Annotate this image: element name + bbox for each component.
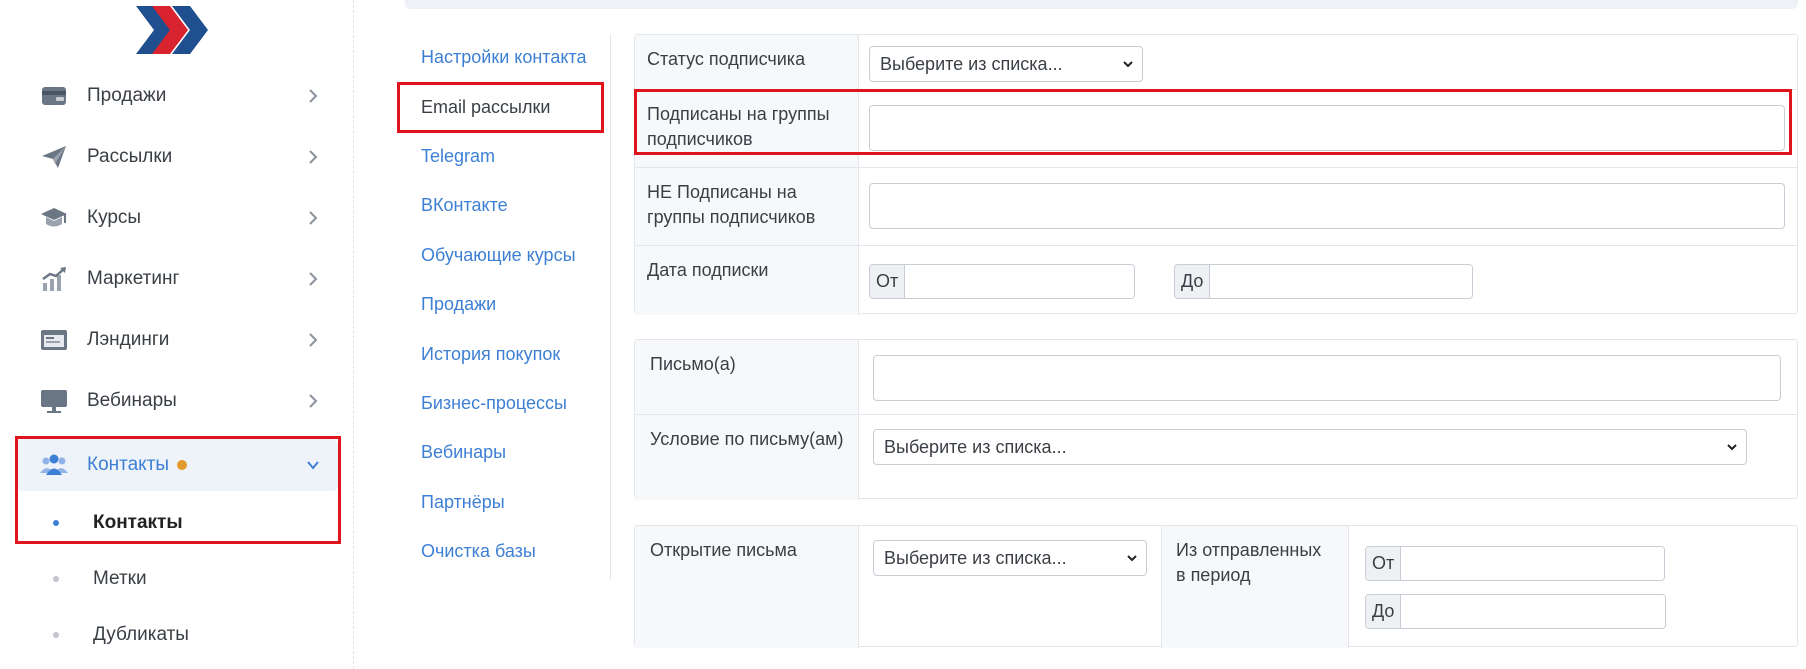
status-row: Статус подписчика Выберите из списка... [635, 35, 1797, 89]
growth-chart-icon [42, 267, 66, 291]
chevron-right-icon [309, 394, 318, 408]
sidebar-item-label: Курсы [87, 207, 142, 228]
opening-filter-panel: Открытие письма Выберите из списка... Из… [634, 525, 1798, 648]
sidebar-item-label: Маркетинг [87, 268, 180, 289]
sidebar-item-mailings[interactable]: Рассылки [16, 131, 338, 183]
sent-period-label: Из отправленных в период [1161, 526, 1349, 648]
tab-sales[interactable]: Продажи [421, 294, 496, 315]
subscription-date-from: От [869, 264, 1135, 299]
sidebar-item-marketing[interactable]: Маркетинг [16, 253, 338, 305]
bullet-icon [53, 576, 59, 582]
sidebar-item-label: Продажи [87, 85, 167, 106]
sidebar-item-webinars[interactable]: Вебинары [16, 375, 338, 427]
letter-opening-row: Открытие письма Выберите из списка... Из… [635, 526, 1797, 648]
not-subscribed-groups-label: НЕ Подписаны на группы подписчиков [635, 168, 859, 245]
sidebar-item-landings[interactable]: Лэндинги [16, 314, 338, 366]
sidebar-subitem-duplicates[interactable]: Дубликаты [16, 615, 338, 655]
sidebar-subitem-tags[interactable]: Метки [16, 559, 338, 599]
subscription-date-row: Дата подписки От До [635, 245, 1797, 315]
letters-filter-panel: Письмо(а) Условие по письму(ам) Выберите… [634, 339, 1798, 500]
letters-label: Письмо(а) [635, 340, 859, 414]
tab-contact-settings[interactable]: Настройки контакта [421, 47, 586, 68]
letter-opening-select[interactable]: Выберите из списка... [873, 540, 1147, 576]
letters-row: Письмо(а) [635, 340, 1797, 414]
chevron-right-icon [309, 211, 318, 225]
sidebar-item-label: Вебинары [87, 390, 177, 411]
to-prefix: До [1175, 265, 1211, 298]
status-label: Статус подписчика [635, 35, 859, 89]
landing-page-icon [41, 330, 67, 350]
not-subscribed-groups-row: НЕ Подписаны на группы подписчиков [635, 167, 1797, 245]
tab-email-mailings[interactable]: Email рассылки [421, 97, 550, 118]
sidebar-item-label: Лэндинги [87, 329, 170, 350]
tab-vkontakte[interactable]: ВКонтакте [421, 195, 508, 216]
sidebar-item-courses[interactable]: Курсы [16, 192, 338, 244]
sidebar-subitem-contacts[interactable]: Контакты [16, 503, 338, 543]
sidebar-subitem-label: Дубликаты [93, 624, 189, 645]
paper-plane-icon [42, 146, 66, 168]
wallet-icon [42, 87, 66, 105]
not-subscribed-groups-input[interactable] [869, 183, 1785, 229]
subscription-filter-panel: Статус подписчика Выберите из списка... … [634, 34, 1798, 315]
subscribed-groups-row: Подписаны на группы подписчиков [635, 89, 1797, 167]
sidebar-item-label: Контакты [87, 454, 188, 476]
subscription-date-from-input[interactable] [905, 265, 1134, 298]
from-prefix: От [870, 265, 906, 298]
tab-purchase-history[interactable]: История покупок [421, 344, 560, 365]
graduation-cap-icon [41, 208, 67, 227]
tab-telegram[interactable]: Telegram [421, 146, 495, 167]
sidebar-item-sales[interactable]: Продажи [16, 70, 338, 122]
subscription-date-label: Дата подписки [635, 246, 859, 315]
chevron-down-icon [1127, 555, 1137, 562]
tab-business-processes[interactable]: Бизнес-процессы [421, 393, 567, 414]
letter-condition-select[interactable]: Выберите из списка... [873, 429, 1747, 465]
contact-tabs: Настройки контакта Email рассылки Telegr… [405, 34, 611, 580]
status-select[interactable]: Выберите из списка... [869, 46, 1143, 82]
users-icon [40, 454, 68, 475]
from-prefix: От [1366, 547, 1402, 580]
letters-input[interactable] [873, 355, 1781, 401]
letter-condition-row: Условие по письму(ам) Выберите из списка… [635, 414, 1797, 500]
tab-webinars[interactable]: Вебинары [421, 442, 506, 463]
letter-opening-label: Открытие письма [635, 526, 859, 648]
subscription-date-to: До [1174, 264, 1473, 299]
subscribed-groups-label: Подписаны на группы подписчиков [635, 90, 859, 167]
chevron-right-icon [309, 272, 318, 286]
sent-period-to-input[interactable] [1401, 595, 1665, 628]
tab-database-cleanup[interactable]: Очистка базы [421, 541, 536, 562]
sidebar-item-label: Рассылки [87, 146, 173, 167]
chevron-right-icon [309, 89, 318, 103]
chevron-down-icon [1727, 444, 1737, 451]
subscribed-groups-input[interactable] [869, 105, 1785, 151]
sidebar-subitem-label: Контакты [93, 512, 183, 533]
double-chevron-logo[interactable] [136, 6, 212, 54]
top-panel-edge [405, 0, 1798, 9]
sidebar-subitem-label: Метки [93, 568, 147, 589]
chevron-right-icon [309, 333, 318, 347]
sent-period-from-input[interactable] [1401, 547, 1664, 580]
chevron-down-icon [1123, 61, 1133, 68]
sent-period-from: От [1365, 546, 1665, 581]
notification-dot [177, 459, 188, 470]
bullet-icon [53, 520, 59, 526]
bullet-icon [53, 632, 59, 638]
sidebar-item-contacts[interactable]: Контакты [16, 439, 338, 491]
to-prefix: До [1366, 595, 1402, 628]
subscription-date-to-input[interactable] [1210, 265, 1472, 298]
chevron-down-icon [307, 461, 319, 470]
tab-partners[interactable]: Партнёры [421, 492, 505, 513]
monitor-icon [41, 390, 67, 413]
sidebar: Продажи Рассылки Курсы Маркетинг Лэндинг… [0, 0, 354, 669]
sent-period-to: До [1365, 594, 1666, 629]
letter-condition-label: Условие по письму(ам) [635, 415, 859, 500]
tab-training-courses[interactable]: Обучающие курсы [421, 245, 576, 266]
chevron-right-icon [309, 150, 318, 164]
